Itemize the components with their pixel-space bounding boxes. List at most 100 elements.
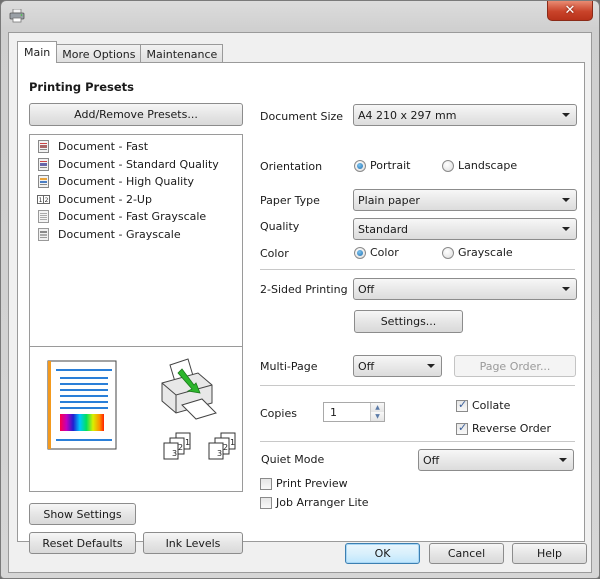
preset-label: Document - Standard Quality (58, 157, 219, 171)
color-grayscale-radio[interactable]: Grayscale (442, 246, 513, 259)
preset-item[interactable]: Document - High Quality (30, 173, 242, 191)
printer-feed-icon (161, 358, 217, 420)
preset-item[interactable]: Document - Grayscale (30, 226, 242, 244)
page-preview-icon (47, 360, 117, 450)
radio-selected-icon (354, 159, 366, 172)
divider (260, 269, 575, 270)
checkbox-unchecked-icon (260, 477, 272, 490)
document-size-value: A4 210 x 297 mm (358, 108, 457, 122)
portrait-label: Portrait (370, 159, 411, 172)
radio-unselected-icon (442, 159, 454, 172)
close-button[interactable]: ✕ (547, 1, 593, 21)
collate-checkbox[interactable]: Collate (456, 398, 511, 412)
two-up-icon: 12 (37, 194, 50, 204)
chevron-down-icon (559, 458, 567, 462)
color-option-label: Color (370, 246, 399, 259)
svg-text:2: 2 (45, 197, 49, 204)
svg-text:2: 2 (178, 443, 183, 452)
preset-item[interactable]: Document - Fast Grayscale (30, 208, 242, 226)
spin-up-icon[interactable]: ▲ (371, 403, 384, 412)
chevron-down-icon (562, 198, 570, 202)
tab-more-options[interactable]: More Options (56, 44, 142, 63)
spin-down-icon[interactable]: ▼ (371, 412, 384, 421)
svg-text:1: 1 (230, 438, 235, 447)
print-preview-checkbox[interactable]: Print Preview (260, 477, 348, 490)
chevron-down-icon (562, 287, 570, 291)
svg-text:3: 3 (172, 449, 177, 458)
document-size-label: Document Size (260, 110, 344, 123)
two-sided-printing-select[interactable]: Off (353, 278, 577, 300)
cancel-button[interactable]: Cancel (429, 543, 504, 564)
radio-unselected-icon (442, 246, 454, 259)
printer-properties-window: ✕ Main More Options Maintenance Printing… (0, 0, 600, 579)
orientation-landscape-radio[interactable]: Landscape (442, 159, 517, 172)
multi-page-value: Off (358, 359, 375, 373)
collate-stack-icon: 1 2 3 (208, 432, 236, 460)
quiet-mode-select[interactable]: Off (418, 449, 574, 471)
two-sided-settings-button[interactable]: Settings... (354, 310, 463, 333)
paper-type-value: Plain paper (358, 193, 420, 207)
job-arranger-lite-label: Job Arranger Lite (276, 496, 369, 509)
presets-list[interactable]: Document - Fast Document - Standard Qual… (29, 134, 243, 347)
page-order-button[interactable]: Page Order... (454, 355, 576, 377)
svg-text:1: 1 (39, 197, 43, 204)
document-color-icon (38, 140, 49, 154)
chevron-down-icon (562, 227, 570, 231)
help-button[interactable]: Help (512, 543, 587, 564)
reset-defaults-button[interactable]: Reset Defaults (29, 532, 136, 554)
document-grayscale-icon (38, 227, 49, 241)
orientation-portrait-radio[interactable]: Portrait (354, 159, 410, 172)
svg-text:3: 3 (217, 449, 222, 458)
tab-maintenance[interactable]: Maintenance (140, 44, 224, 63)
tab-strip: Main More Options Maintenance (17, 41, 224, 63)
multi-page-select[interactable]: Off (353, 355, 442, 377)
preset-item[interactable]: Document - Fast (30, 138, 242, 156)
document-high-quality-icon (38, 175, 49, 189)
chevron-down-icon (427, 364, 435, 368)
preset-label: Document - Grayscale (58, 227, 181, 241)
ink-levels-button[interactable]: Ink Levels (143, 532, 243, 554)
tab-main[interactable]: Main (17, 41, 58, 63)
preset-item[interactable]: 12 Document - 2-Up (30, 191, 242, 209)
main-tab-panel: Printing Presets Add/Remove Presets... D… (17, 62, 585, 554)
chevron-down-icon (562, 113, 570, 117)
quality-select[interactable]: Standard (353, 218, 577, 240)
checkbox-checked-icon (456, 421, 468, 435)
orientation-label: Orientation (260, 160, 323, 173)
ok-button[interactable]: OK (345, 543, 420, 564)
document-size-select[interactable]: A4 210 x 297 mm (353, 104, 577, 126)
multi-page-label: Multi-Page (260, 360, 318, 373)
collate-stack-icon: 1 2 3 (163, 432, 191, 460)
landscape-label: Landscape (458, 159, 518, 172)
dialog-client: Main More Options Maintenance Printing P… (8, 32, 592, 573)
preset-label: Document - Fast (58, 140, 149, 154)
copies-spin-buttons[interactable]: ▲ ▼ (370, 403, 384, 421)
add-remove-presets-button[interactable]: Add/Remove Presets... (29, 103, 243, 126)
close-icon: ✕ (564, 3, 576, 18)
divider (260, 441, 575, 442)
two-sided-value: Off (358, 282, 375, 296)
reverse-order-checkbox[interactable]: Reverse Order (456, 421, 551, 435)
preset-label: Document - Fast Grayscale (58, 210, 207, 224)
reverse-order-label: Reverse Order (472, 422, 551, 435)
document-color-icon (38, 157, 49, 171)
collate-label: Collate (472, 399, 511, 412)
checkbox-checked-icon (456, 398, 468, 412)
print-preview-panel: 1 2 3 1 2 3 (29, 346, 243, 492)
paper-type-select[interactable]: Plain paper (353, 189, 577, 211)
paper-type-label: Paper Type (260, 194, 320, 207)
svg-text:1: 1 (185, 438, 190, 447)
job-arranger-lite-checkbox[interactable]: Job Arranger Lite (260, 496, 369, 509)
title-bar: ✕ (1, 1, 599, 33)
color-color-radio[interactable]: Color (354, 246, 399, 259)
checkbox-unchecked-icon (260, 496, 272, 509)
copies-spinner[interactable]: 1 ▲ ▼ (323, 402, 385, 422)
two-sided-printing-label: 2-Sided Printing (260, 283, 348, 296)
preset-item[interactable]: Document - Standard Quality (30, 156, 242, 174)
copies-label: Copies (260, 407, 297, 420)
radio-selected-icon (354, 246, 366, 259)
show-settings-button[interactable]: Show Settings (29, 503, 136, 525)
document-gray-icon (38, 210, 49, 224)
svg-text:2: 2 (223, 443, 228, 452)
grayscale-option-label: Grayscale (458, 246, 513, 259)
